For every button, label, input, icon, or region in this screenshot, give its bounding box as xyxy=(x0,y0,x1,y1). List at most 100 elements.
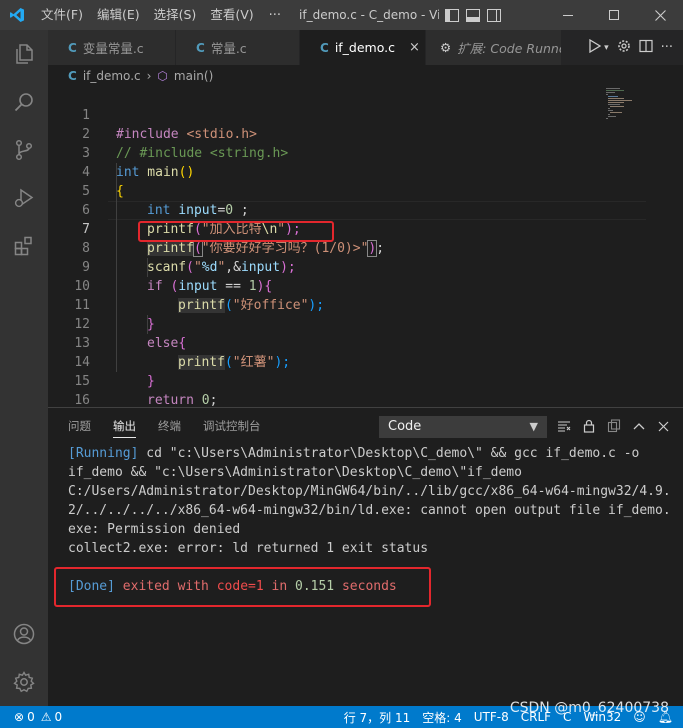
split-editor-icon[interactable] xyxy=(638,39,653,57)
layout-controls xyxy=(445,8,502,22)
tab-label: 常量.c xyxy=(210,41,247,56)
maximize-panel-icon[interactable] xyxy=(630,416,648,436)
watermark: CSDN @m0_62400738 xyxy=(509,700,669,716)
toggle-secondary-sidebar-icon[interactable] xyxy=(487,8,502,22)
output-channel-value: Code xyxy=(388,419,422,434)
encoding[interactable]: UTF-8 xyxy=(468,710,515,724)
editor-tabs: C 变量常量.c C 常量.c C if_demo.c × ⚙ 扩展: Code… xyxy=(48,30,683,65)
chevron-right-icon: › xyxy=(146,69,152,83)
toggle-sidebar-icon[interactable] xyxy=(445,8,460,22)
menu-bar: 文件(F) 编辑(E) 选择(S) 查看(V) ··· xyxy=(34,0,289,30)
clear-output-icon[interactable] xyxy=(555,416,573,436)
toggle-panel-icon[interactable] xyxy=(466,8,481,22)
code-line-11: 11 } xyxy=(48,277,628,332)
code-line-2: 2 // #include <string.h> xyxy=(48,106,628,161)
code-line-12: 12 else{ xyxy=(48,296,628,351)
window-title: if_demo.c - C_demo - Vis... xyxy=(299,8,439,22)
c-file-icon: C xyxy=(68,40,77,55)
tab-output[interactable]: 输出 xyxy=(113,408,136,444)
tab-terminal[interactable]: 终端 xyxy=(158,408,181,444)
output-line: [Running] cd "c:\Users\Administrator\Des… xyxy=(68,444,666,463)
warning-count: 0 xyxy=(54,710,63,724)
error-icon: ⊗ xyxy=(14,710,25,724)
output-line: exe: Permission denied xyxy=(68,522,241,537)
close-tab-icon[interactable]: × xyxy=(409,40,420,55)
activity-bar xyxy=(0,30,48,706)
breadcrumb: C if_demo.c › ⬡ main() xyxy=(48,65,683,87)
run-debug-icon[interactable] xyxy=(0,178,48,218)
lock-scroll-icon[interactable] xyxy=(580,416,598,436)
source-control-icon[interactable] xyxy=(0,130,48,170)
code-line-7: 7 printf("你要好好学习吗？(1/0)>"); xyxy=(48,201,628,257)
annotation-highlight-scanf xyxy=(138,221,334,242)
maximize-button[interactable] xyxy=(591,0,637,30)
c-file-icon: C xyxy=(196,40,205,55)
tab-debug-console[interactable]: 调试控制台 xyxy=(203,408,261,444)
search-icon[interactable] xyxy=(0,82,48,122)
warning-icon: ⚠ xyxy=(40,710,52,724)
window-controls xyxy=(545,0,683,30)
minimize-button[interactable] xyxy=(545,0,591,30)
cursor-position[interactable]: 行 7，列 11 xyxy=(338,709,417,726)
run-code-icon[interactable] xyxy=(588,38,602,57)
editor-actions: ▾ ··· xyxy=(588,30,683,65)
explorer-icon[interactable] xyxy=(0,34,48,74)
code-line-1: 1 #include <stdio.h> xyxy=(48,87,628,142)
settings-gear-icon[interactable] xyxy=(617,39,631,57)
code-line-15: 15 return 0; xyxy=(48,353,628,408)
tab-extension-code-runner[interactable]: ⚙ 扩展: Code Runner xyxy=(426,30,562,65)
output-line: collect2.exe: error: ld returned 1 exit … xyxy=(68,541,429,556)
output-line: C:/Users/Administrator/Desktop/MinGW64/b… xyxy=(68,484,671,499)
panel-tabs: 问题 输出 终端 调试控制台 xyxy=(48,408,261,444)
function-cube-icon: ⬡ xyxy=(157,69,168,83)
minimap[interactable] xyxy=(604,87,664,127)
c-file-icon: C xyxy=(68,69,77,83)
tab-constants[interactable]: C 常量.c xyxy=(176,30,300,65)
open-in-editor-icon[interactable] xyxy=(605,416,623,436)
bottom-panel: 问题 输出 终端 调试控制台 Code ▼ [Running] cd "c:\U… xyxy=(48,407,683,706)
close-panel-icon[interactable] xyxy=(654,416,672,436)
menu-view[interactable]: 查看(V) xyxy=(203,0,260,30)
chevron-down-icon: ▼ xyxy=(529,420,538,433)
menu-selection[interactable]: 选择(S) xyxy=(147,0,204,30)
output-line: 2/../../../../x86_64-w64-mingw32/bin/ld.… xyxy=(68,503,671,518)
error-count: 0 xyxy=(27,710,35,724)
accounts-icon[interactable] xyxy=(0,614,48,654)
code-line-13: 13 printf("红薯"); xyxy=(48,315,628,370)
code-line-16: 16 } xyxy=(48,372,628,427)
extension-icon: ⚙ xyxy=(440,40,452,55)
menu-file[interactable]: 文件(F) xyxy=(34,0,90,30)
code-line-3: 3 int main() xyxy=(48,125,628,180)
output-channel-select[interactable]: Code ▼ xyxy=(379,416,547,438)
tab-label: 变量常量.c xyxy=(82,41,144,56)
vscode-logo-icon xyxy=(0,0,34,30)
title-bar: 文件(F) 编辑(E) 选择(S) 查看(V) ··· if_demo.c - … xyxy=(0,0,683,30)
tab-label: 扩展: Code Runner xyxy=(457,41,562,56)
code-line-10: 10 printf("好office"); xyxy=(48,258,628,313)
annotation-highlight-done xyxy=(54,567,431,607)
run-dropdown-chevron-icon[interactable]: ▾ xyxy=(604,43,609,53)
menu-more-button[interactable]: ··· xyxy=(261,8,289,23)
code-line-5: 5 int input=0 ; xyxy=(48,163,628,218)
close-window-button[interactable] xyxy=(637,0,683,30)
problems-status[interactable]: ⊗ 0 ⚠ 0 xyxy=(0,710,68,724)
breadcrumb-symbol[interactable]: main() xyxy=(174,69,213,83)
manage-gear-icon[interactable] xyxy=(0,662,48,702)
tab-if-demo[interactable]: C if_demo.c × xyxy=(300,30,426,65)
code-line-9: 9 if (input == 1){ xyxy=(48,239,628,294)
breadcrumb-file[interactable]: if_demo.c xyxy=(83,69,141,83)
extensions-icon[interactable] xyxy=(0,226,48,266)
menu-edit[interactable]: 编辑(E) xyxy=(90,0,147,30)
indentation[interactable]: 空格: 4 xyxy=(416,709,468,726)
code-line-8: 8 scanf("%d",&input); xyxy=(48,220,628,275)
output-line: if_demo && "c:\Users\Administrator\Deskt… xyxy=(68,465,522,480)
code-line-4: 4 { xyxy=(48,144,628,199)
c-file-icon: C xyxy=(320,40,329,55)
code-editor[interactable]: 1 #include <stdio.h> 2 // #include <stri… xyxy=(48,87,683,427)
tab-problems[interactable]: 问题 xyxy=(68,408,91,444)
running-tag: [Running] xyxy=(68,446,139,461)
code-line-14: 14 } xyxy=(48,334,628,389)
more-actions-icon[interactable]: ··· xyxy=(661,40,673,55)
output-text: cd "c:\Users\Administrator\Desktop\C_dem… xyxy=(138,446,640,461)
tab-variables[interactable]: C 变量常量.c xyxy=(48,30,176,65)
